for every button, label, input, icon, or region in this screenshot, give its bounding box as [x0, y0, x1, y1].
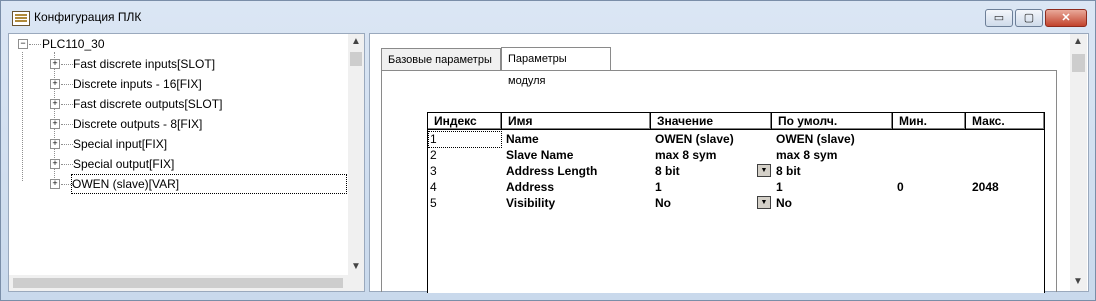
plc-tree-pane: − PLC110_30 + Fast discrete inputs[SLOT]… [8, 33, 365, 292]
scroll-up-icon[interactable]: ▲ [348, 34, 364, 50]
parameters-grid: Индекс Имя Значение По умолч. Мин. Макс.… [427, 112, 1045, 293]
row-value[interactable]: max 8 sym [655, 147, 716, 163]
dropdown-arrow-icon[interactable]: ▼ [757, 164, 771, 177]
tab-base-parameters[interactable]: Базовые параметры [381, 48, 501, 70]
dropdown-arrow-icon[interactable]: ▼ [757, 196, 771, 209]
tree-item-owen-slave[interactable]: OWEN (slave)[VAR] [71, 174, 347, 194]
tree-item-discrete-inputs[interactable]: Discrete inputs - 16[FIX] [73, 75, 202, 93]
maximize-icon: ▢ [1023, 12, 1035, 24]
tree-item-special-input[interactable]: Special input[FIX] [73, 135, 167, 153]
collapse-icon[interactable]: − [18, 39, 28, 49]
expand-icon[interactable]: + [50, 99, 60, 109]
expand-icon[interactable]: + [50, 159, 60, 169]
row-value[interactable]: 1 [655, 179, 662, 195]
row-min: 0 [897, 180, 904, 194]
row-index[interactable]: 1 [430, 131, 437, 147]
expand-icon[interactable]: + [50, 179, 60, 189]
minimize-button[interactable]: ▭ [985, 9, 1013, 27]
tab-module-parameters[interactable]: Параметры модуля [501, 47, 611, 87]
tree-branch-line [61, 164, 73, 165]
scroll-up-icon[interactable]: ▲ [1070, 34, 1086, 50]
row-default: No [776, 196, 792, 210]
row-name: Address Length [506, 164, 598, 178]
column-header-max[interactable]: Макс. [966, 113, 1044, 130]
tab-label: Базовые параметры [388, 54, 492, 66]
column-header-index[interactable]: Индекс [428, 113, 502, 130]
column-header-default[interactable]: По умолч. [772, 113, 893, 130]
tree-item-fast-discrete-inputs[interactable]: Fast discrete inputs[SLOT] [73, 55, 215, 73]
row-name: Name [506, 132, 539, 146]
tree-guide-line [22, 52, 23, 181]
title-bar[interactable]: Конфигурация ПЛК ▭ ▢ ✕ [1, 1, 1095, 31]
module-scroll-thumb[interactable] [1072, 54, 1085, 72]
row-default: max 8 sym [776, 148, 838, 162]
module-parameters-page: Индекс Имя Значение По умолч. Мин. Макс.… [381, 70, 1057, 293]
row-index[interactable]: 3 [430, 163, 437, 179]
maximize-button[interactable]: ▢ [1015, 9, 1043, 27]
expand-icon[interactable]: + [50, 119, 60, 129]
close-button[interactable]: ✕ [1045, 9, 1087, 27]
tree-item-special-output[interactable]: Special output[FIX] [73, 155, 174, 173]
tree-branch-line [61, 104, 73, 105]
row-index[interactable]: 2 [430, 147, 437, 163]
minimize-icon: ▭ [993, 12, 1005, 24]
tree-horizontal-scrollbar[interactable] [9, 275, 364, 291]
row-value[interactable]: No [655, 195, 671, 211]
scroll-down-icon[interactable]: ▼ [348, 259, 364, 275]
column-header-name[interactable]: Имя [502, 113, 651, 130]
row-value[interactable]: 8 bit [655, 163, 680, 179]
expand-icon[interactable]: + [50, 59, 60, 69]
row-index[interactable]: 5 [430, 195, 437, 211]
column-header-min[interactable]: Мин. [893, 113, 966, 130]
tree-root-plc[interactable]: PLC110_30 [42, 35, 105, 53]
row-name: Slave Name [506, 148, 574, 162]
tree-hscroll-thumb[interactable] [13, 278, 343, 288]
cell-focus-rect [428, 131, 502, 148]
tree-item-fast-discrete-outputs[interactable]: Fast discrete outputs[SLOT] [73, 95, 222, 113]
expand-icon[interactable]: + [50, 139, 60, 149]
window-title: Конфигурация ПЛК [34, 10, 142, 24]
tree-scroll-thumb[interactable] [350, 52, 362, 66]
row-default: 8 bit [776, 164, 801, 178]
row-max: 2048 [972, 180, 999, 194]
row-name: Address [506, 180, 555, 194]
tree-branch-line [61, 144, 73, 145]
row-index[interactable]: 4 [430, 179, 437, 195]
row-default: OWEN (slave) [776, 132, 855, 146]
module-properties-pane: Базовые параметры Параметры модуля Индек… [369, 33, 1089, 293]
module-vertical-scrollbar[interactable]: ▲ ▼ [1070, 34, 1087, 291]
row-default: 1 [776, 180, 783, 194]
app-icon [12, 11, 30, 26]
tree-branch-line [29, 44, 41, 45]
scroll-down-icon[interactable]: ▼ [1070, 274, 1086, 290]
tree-branch-line [61, 64, 73, 65]
row-name: Visibility [506, 196, 556, 210]
tree-branch-line [61, 124, 73, 125]
tree-item-discrete-outputs[interactable]: Discrete outputs - 8[FIX] [73, 115, 202, 133]
tree-vertical-scrollbar[interactable]: ▲ ▼ [348, 34, 364, 275]
close-icon: ✕ [1061, 12, 1071, 24]
column-header-value[interactable]: Значение [651, 113, 772, 130]
expand-icon[interactable]: + [50, 79, 60, 89]
tree-branch-line [61, 84, 73, 85]
plc-config-window: Конфигурация ПЛК ▭ ▢ ✕ − PLC110_30 + Fas… [0, 0, 1096, 301]
row-value[interactable]: OWEN (slave) [655, 131, 734, 147]
